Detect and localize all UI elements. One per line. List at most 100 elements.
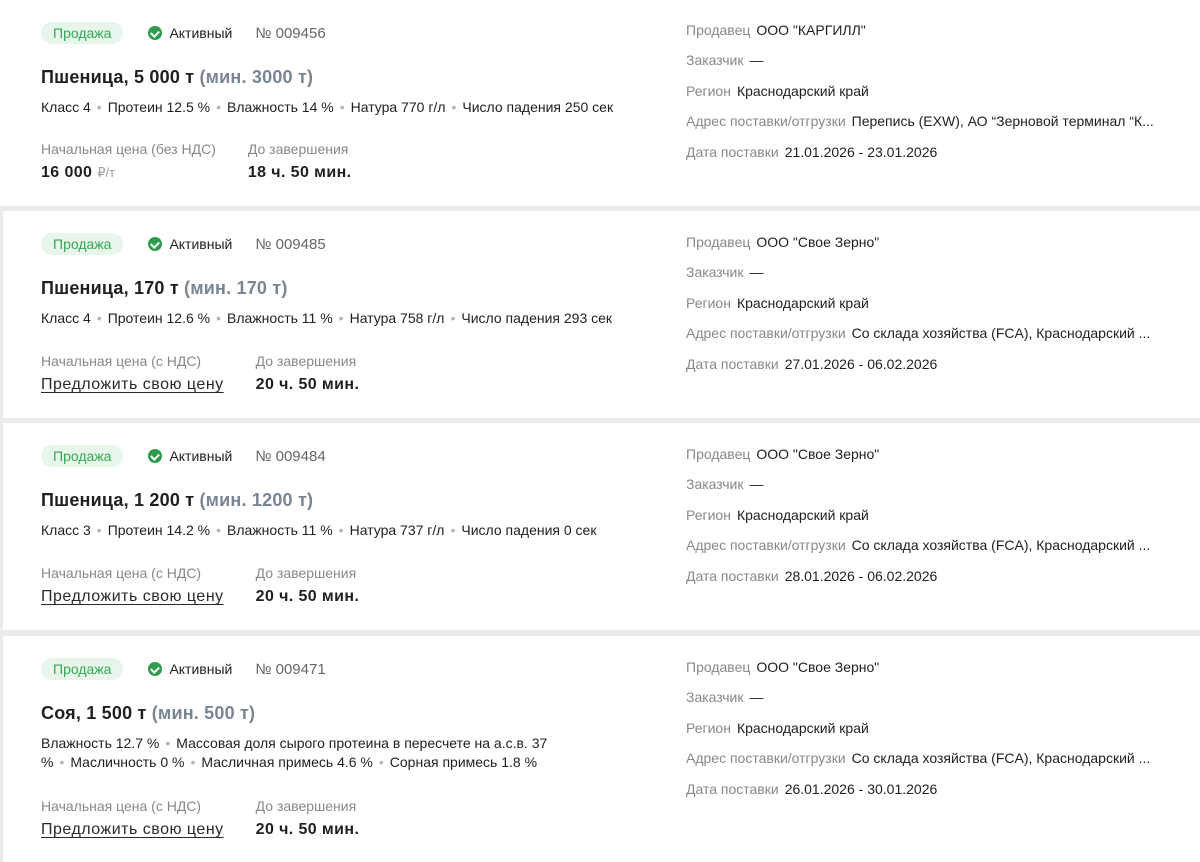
property: Влажность 14 %: [227, 99, 334, 115]
property: Влажность 11 %: [227, 310, 333, 326]
status-label: Активный: [169, 661, 233, 677]
separator-dot: •: [378, 754, 384, 770]
customer-label: Заказчик: [686, 52, 744, 68]
property: Протеин 14.2 %: [107, 522, 211, 538]
region-value: Краснодарский край: [736, 83, 869, 99]
separator-dot: •: [450, 522, 456, 538]
time-left: До завершения 20 ч. 50 мин.: [256, 352, 360, 394]
seller-row: Продавец ООО "Свое Зерно": [686, 446, 1166, 462]
customer-label: Заказчик: [686, 476, 744, 492]
offer-price-link[interactable]: Предложить свою цену: [41, 821, 224, 839]
lot-number: № 009485: [255, 235, 326, 253]
time-left-label: До завершения: [255, 798, 357, 814]
price-block: Начальная цена (с НДС) Предложить свою ц…: [41, 564, 391, 606]
customer-row: Заказчик —: [686, 689, 1166, 705]
delivery-date-row: Дата поставки 26.01.2026 - 30.01.2026: [686, 781, 1166, 797]
address-label: Адрес поставки/отгрузки: [686, 750, 846, 766]
address-row: Адрес поставки/отгрузки Со склада хозяйст…: [686, 325, 1166, 341]
seller-row: Продавец ООО "Свое Зерно": [686, 234, 1166, 250]
property: Класс 4: [41, 310, 91, 326]
region-label: Регион: [686, 295, 731, 311]
lot-title[interactable]: Пшеница, 170 т (мин. 170 т): [41, 278, 288, 299]
type-badge: Продажа: [41, 22, 124, 44]
customer-label: Заказчик: [686, 689, 744, 705]
delivery-date-row: Дата поставки 27.01.2026 - 06.02.2026: [686, 356, 1166, 372]
status: Активный: [148, 661, 232, 677]
address-label: Адрес поставки/отгрузки: [686, 113, 846, 129]
lot-properties: Класс 4 • Протеин 12.6 % • Влажность 11 % • На…: [41, 309, 612, 328]
separator-dot: •: [451, 99, 457, 115]
lot-card[interactable]: Продажа Активный № 009484 Пшеница, 1 200…: [3, 423, 1200, 630]
delivery-date-value: 21.01.2026 - 23.01.2026: [784, 144, 938, 160]
property: Сорная примесь 1.8 %: [389, 754, 538, 770]
start-price-label: Начальная цена (с НДС): [41, 798, 202, 814]
seller-label: Продавец: [686, 659, 751, 675]
lot-title[interactable]: Пшеница, 1 200 т (мин. 1200 т): [41, 490, 313, 511]
lot-card[interactable]: Продажа Активный № 009471 Соя, 1 500 т (…: [3, 636, 1200, 862]
delivery-date-label: Дата поставки: [686, 568, 779, 584]
lot-header: Продажа Активный № 009456: [41, 22, 326, 44]
seller-label: Продавец: [686, 446, 751, 462]
lot-title-min: (мин. 500 т): [151, 703, 256, 723]
lot-card[interactable]: Продажа Активный № 009485 Пшеница, 170 т…: [3, 211, 1200, 418]
delivery-date-label: Дата поставки: [686, 781, 779, 797]
region-label: Регион: [686, 83, 731, 99]
separator-dot: •: [190, 754, 196, 770]
property: Натура 737 г/л: [349, 522, 445, 538]
time-left-value: 20 ч. 50 мин.: [255, 588, 360, 605]
start-price-label: Начальная цена (с НДС): [41, 353, 202, 369]
time-left: До завершения 18 ч. 50 мин.: [248, 140, 352, 182]
status: Активный: [148, 448, 232, 464]
start-price-label: Начальная цена (без НДС): [41, 141, 216, 157]
lot-title-min: (мин. 1200 т): [199, 490, 314, 510]
region-label: Регион: [686, 720, 731, 736]
separator-dot: •: [450, 310, 456, 326]
separator-dot: •: [96, 310, 102, 326]
start-price-label: Начальная цена (с НДС): [41, 565, 202, 581]
customer-value: —: [749, 689, 764, 705]
property: Масличная примесь 4.6 %: [201, 754, 373, 770]
lot-title-main: Пшеница, 1 200 т: [41, 490, 195, 510]
time-left-value: 18 ч. 50 мин.: [247, 164, 352, 181]
lot-title-main: Соя, 1 500 т: [41, 703, 147, 723]
seller-value: ООО "Свое Зерно": [756, 659, 880, 675]
lot-list: Продажа Активный № 009456 Пшеница, 5 000…: [0, 0, 1200, 862]
lot-properties: Влажность 12.7 % • Массовая доля сырого пр…: [41, 734, 561, 772]
price-block: Начальная цена (с НДС) Предложить свою ц…: [41, 797, 391, 839]
status-label: Активный: [169, 448, 233, 464]
customer-value: —: [749, 52, 764, 68]
delivery-date-label: Дата поставки: [686, 356, 779, 372]
region-row: Регион Краснодарский край: [686, 720, 1166, 736]
customer-row: Заказчик —: [686, 52, 1166, 68]
lot-title[interactable]: Пшеница, 5 000 т (мин. 3000 т): [41, 67, 313, 88]
time-left: До завершения 20 ч. 50 мин.: [256, 797, 360, 839]
lot-title[interactable]: Соя, 1 500 т (мин. 500 т): [41, 703, 255, 724]
lot-properties: Класс 4 • Протеин 12.5 % • Влажность 14 % • На…: [41, 98, 613, 117]
delivery-date-label: Дата поставки: [686, 144, 779, 160]
seller-label: Продавец: [686, 22, 751, 38]
lot-title-min: (мин. 3000 т): [199, 67, 314, 87]
time-left: До завершения 20 ч. 50 мин.: [256, 564, 360, 606]
customer-value: —: [749, 264, 764, 280]
seller-value: ООО "КАРГИЛЛ": [756, 22, 866, 38]
status-label: Активный: [169, 25, 233, 41]
offer-price-link[interactable]: Предложить свою цену: [41, 588, 224, 606]
seller-row: Продавец ООО "КАРГИЛЛ": [686, 22, 1166, 38]
separator-dot: •: [96, 522, 102, 538]
lot-title-min: (мин. 170 т): [184, 278, 288, 298]
property: Класс 4: [41, 99, 91, 115]
property: Влажность 11 %: [227, 522, 333, 538]
separator-dot: •: [59, 754, 65, 770]
lot-card[interactable]: Продажа Активный № 009456 Пшеница, 5 000…: [0, 0, 1200, 206]
seller-label: Продавец: [686, 234, 751, 250]
time-left-label: До завершения: [247, 141, 349, 157]
separator-dot: •: [96, 99, 102, 115]
check-circle-icon: [148, 26, 163, 40]
region-row: Регион Краснодарский край: [686, 295, 1166, 311]
property: Натура 770 г/л: [350, 99, 446, 115]
lot-number: № 009456: [255, 24, 326, 42]
check-circle-icon: [148, 449, 163, 463]
offer-price-link[interactable]: Предложить свою цену: [41, 376, 224, 394]
address-value: Перепись (EXW), АО “Зерновой терминал “К…: [851, 113, 1154, 129]
status: Активный: [148, 236, 232, 252]
